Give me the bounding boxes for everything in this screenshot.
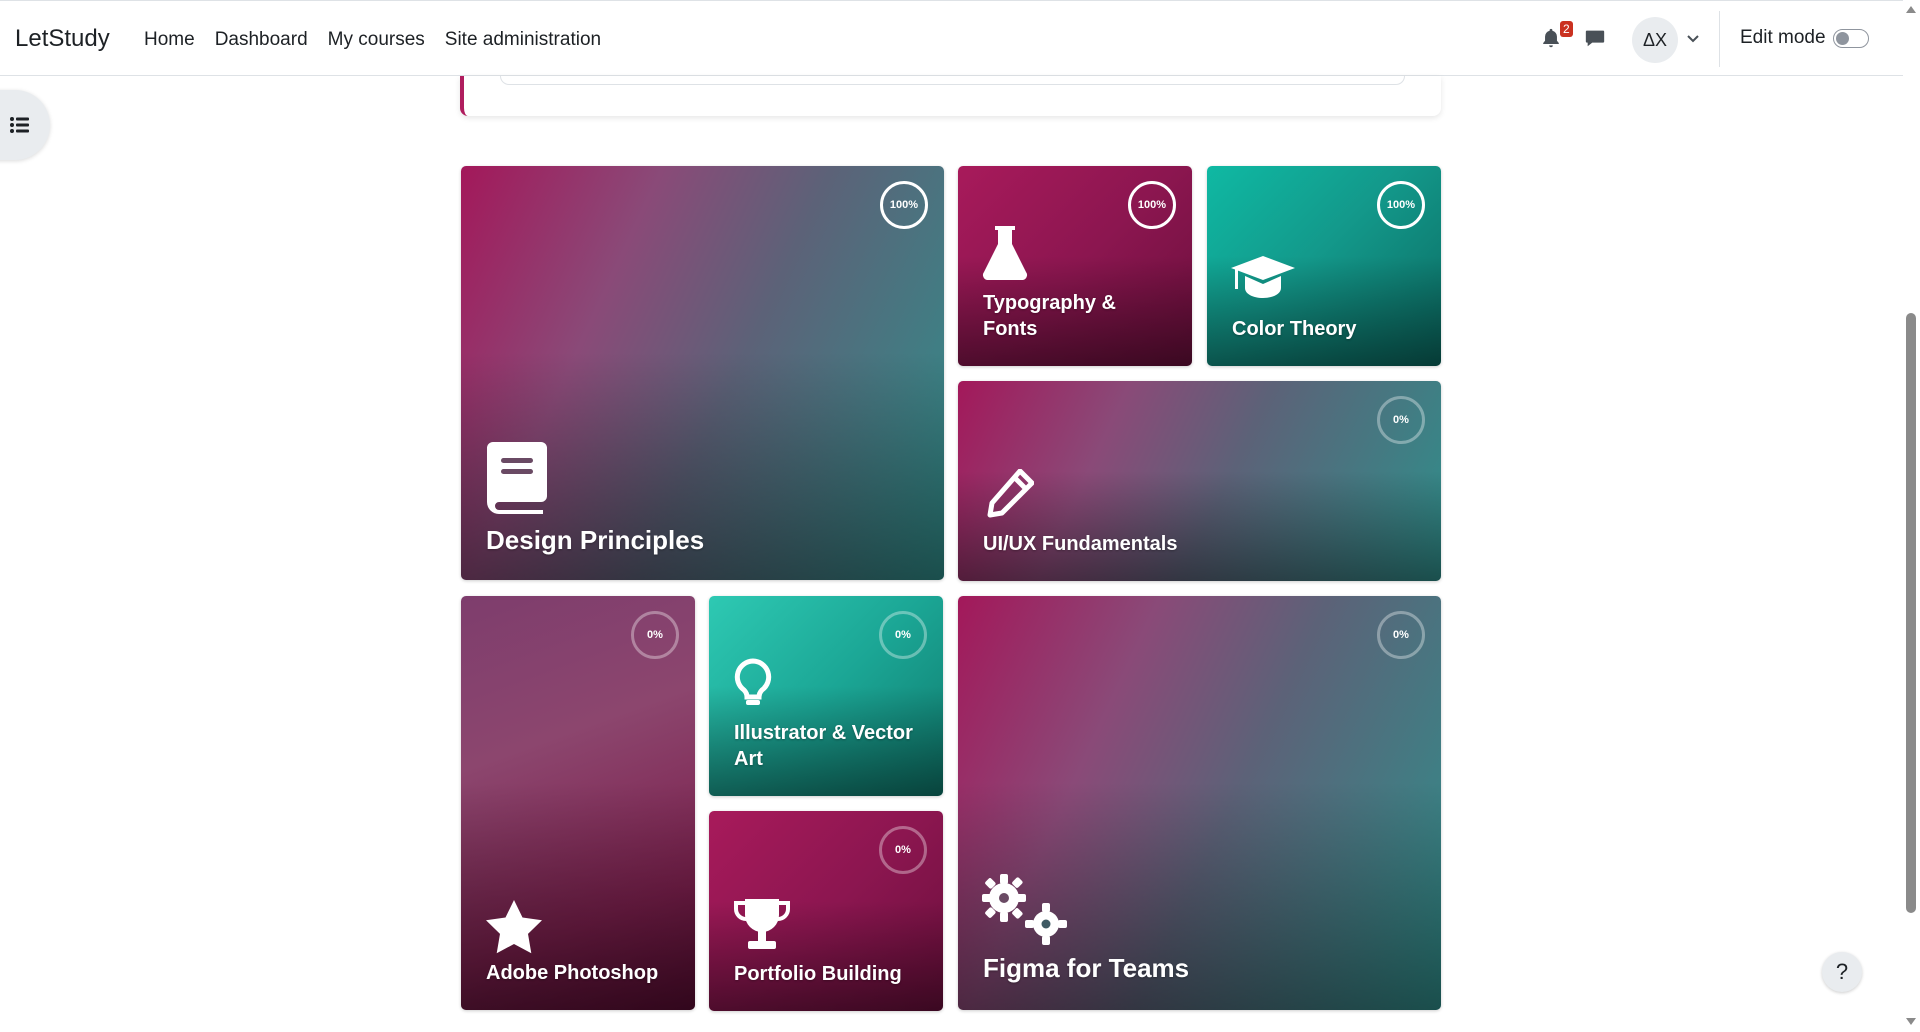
- chevron-down-icon[interactable]: [1686, 31, 1700, 45]
- section-card-inner: [500, 76, 1405, 85]
- flask-icon: [982, 226, 1028, 280]
- progress-ring: 100%: [880, 181, 928, 229]
- progress-ring: 0%: [879, 611, 927, 659]
- course-title: Typography & Fonts: [983, 292, 1116, 340]
- gears-icon: [982, 874, 1067, 945]
- graduation-cap-icon: [1231, 256, 1295, 298]
- lightbulb-icon: [734, 658, 772, 705]
- nav-link-dashboard[interactable]: Dashboard: [215, 29, 308, 51]
- progress-ring: 0%: [631, 611, 679, 659]
- scroll-down-arrow-icon[interactable]: [1906, 1018, 1916, 1025]
- section-card: [460, 76, 1441, 116]
- user-avatar[interactable]: ΔX: [1632, 17, 1678, 63]
- nav-link-my-courses[interactable]: My courses: [328, 29, 425, 51]
- course-tile-figma-for-teams[interactable]: 0% Figma for Teams: [958, 596, 1441, 1010]
- navbar-divider: [1719, 11, 1720, 67]
- course-title: Portfolio Building: [734, 963, 902, 985]
- course-tile-adobe-photoshop[interactable]: 0% Adobe Photoshop: [461, 596, 695, 1010]
- scrollbar-thumb[interactable]: [1906, 313, 1916, 913]
- site-brand[interactable]: LetStudy: [15, 25, 110, 53]
- course-title: Design Principles: [486, 525, 705, 555]
- top-navbar: LetStudy Home Dashboard My courses Site …: [0, 0, 1903, 76]
- course-title: Color Theory: [1232, 318, 1357, 340]
- messages-icon[interactable]: [1584, 27, 1606, 49]
- progress-ring: 100%: [1377, 181, 1425, 229]
- bell-icon[interactable]: [1540, 27, 1562, 49]
- course-index-drawer-button[interactable]: [0, 90, 50, 160]
- progress-ring: 0%: [1377, 611, 1425, 659]
- edit-mode-label: Edit mode: [1740, 27, 1826, 48]
- help-button[interactable]: ?: [1822, 952, 1862, 992]
- progress-ring: 0%: [1377, 396, 1425, 444]
- course-tile-illustrator-vector-art[interactable]: 0% Illustrator & Vector Art: [709, 596, 943, 796]
- star-icon: [486, 900, 542, 954]
- notification-count-badge: 2: [1560, 21, 1573, 37]
- scroll-up-arrow-icon[interactable]: [1906, 6, 1916, 13]
- course-tile-ui-ux-fundamentals[interactable]: 0% UI/UX Fundamentals: [958, 381, 1441, 581]
- course-tile-color-theory[interactable]: 100% Color Theory: [1207, 166, 1441, 366]
- primary-navigation: Home Dashboard My courses Site administr…: [144, 29, 601, 51]
- course-title: UI/UX Fundamentals: [983, 533, 1178, 555]
- edit-mode-toggle[interactable]: [1833, 29, 1869, 48]
- trophy-icon: [734, 899, 790, 949]
- nav-link-site-administration[interactable]: Site administration: [445, 29, 601, 51]
- progress-ring: 100%: [1128, 181, 1176, 229]
- course-title: Illustrator & Vector Art: [734, 722, 913, 770]
- course-tile-portfolio-building[interactable]: 0% Portfolio Building: [709, 811, 943, 1011]
- course-title: Adobe Photoshop: [486, 962, 659, 984]
- book-icon: [487, 442, 547, 514]
- list-icon: [10, 117, 29, 133]
- course-tile-typography-fonts[interactable]: 100% Typography & Fonts: [958, 166, 1192, 366]
- progress-ring: 0%: [879, 826, 927, 874]
- course-title: Figma for Teams: [983, 953, 1190, 983]
- nav-link-home[interactable]: Home: [144, 29, 195, 51]
- course-tile-design-principles[interactable]: 100% Design Principles: [461, 166, 944, 580]
- pencil-icon: [987, 469, 1034, 518]
